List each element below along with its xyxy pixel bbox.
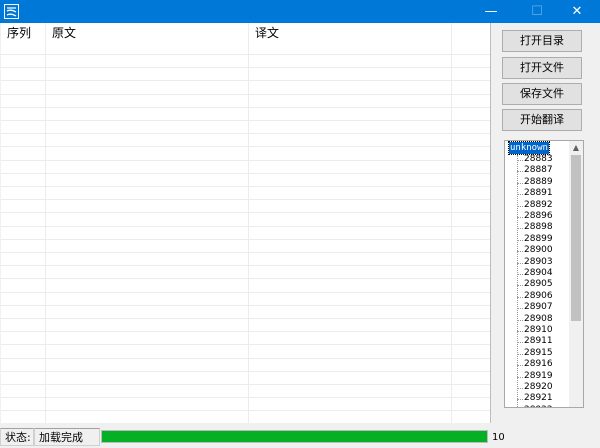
tree-item[interactable]: 28889 (517, 177, 553, 188)
row-divider (1, 252, 490, 253)
row-divider (1, 133, 490, 134)
row-divider (1, 239, 490, 240)
column-header-translation[interactable]: 译文 (249, 23, 452, 51)
tree-item[interactable]: 28908 (517, 314, 553, 325)
start-translate-button[interactable]: 开始翻译 (502, 109, 582, 131)
row-divider (1, 54, 490, 55)
row-divider (1, 344, 490, 345)
row-divider (1, 67, 490, 68)
column-divider (45, 23, 46, 423)
table-header: 序列 原文 译文 (1, 23, 490, 51)
tree-root-node[interactable]: unknown (508, 141, 550, 155)
status-label: 状态: (0, 428, 34, 446)
row-divider (1, 292, 490, 293)
tree-item[interactable]: 28900 (517, 245, 553, 256)
row-divider (1, 371, 490, 372)
row-divider (1, 305, 490, 306)
row-divider (1, 146, 490, 147)
column-divider (451, 23, 452, 423)
tree-item[interactable]: 28911 (517, 336, 553, 347)
tree-item[interactable]: 28898 (517, 222, 553, 233)
tree-item[interactable]: 28907 (517, 302, 553, 313)
tree-item[interactable]: 28903 (517, 257, 553, 268)
tree-item[interactable]: 28920 (517, 382, 553, 393)
tree-item[interactable]: 28887 (517, 165, 553, 176)
row-divider (1, 397, 490, 398)
row-divider (1, 384, 490, 385)
progress-fill (102, 431, 487, 442)
row-divider (1, 410, 490, 411)
tree-item[interactable]: 28922 (517, 405, 553, 407)
close-button[interactable]: ✕ (554, 0, 600, 23)
row-divider (1, 199, 490, 200)
open-directory-button[interactable]: 打开目录 (502, 30, 582, 52)
minimize-button[interactable]: — (468, 0, 514, 23)
translation-table[interactable]: 序列 原文 译文 (1, 23, 491, 423)
row-divider (1, 94, 490, 95)
open-file-button[interactable]: 打开文件 (502, 57, 582, 79)
row-divider (1, 265, 490, 266)
tree-item[interactable]: 28906 (517, 291, 553, 302)
tree-scrollbar[interactable]: ▲ (569, 141, 583, 407)
tree-item[interactable]: 28915 (517, 348, 553, 359)
row-divider (1, 318, 490, 319)
tree-item[interactable]: 28883 (517, 154, 553, 165)
row-divider (1, 186, 490, 187)
tree-item[interactable]: 28921 (517, 393, 553, 404)
title-bar: — ☐ ✕ (0, 0, 600, 23)
progress-bar (101, 430, 488, 443)
column-divider (248, 23, 249, 423)
scroll-up-icon[interactable]: ▲ (569, 141, 583, 155)
row-divider (1, 120, 490, 121)
tree-item[interactable]: 28910 (517, 325, 553, 336)
app-translate-icon (4, 4, 19, 19)
tree-item[interactable]: 28905 (517, 279, 553, 290)
row-divider (1, 212, 490, 213)
row-divider (1, 80, 490, 81)
tree-item[interactable]: 28896 (517, 211, 553, 222)
tree-item[interactable]: 28919 (517, 371, 553, 382)
tree-item[interactable]: 28916 (517, 359, 553, 370)
column-header-source[interactable]: 原文 (46, 23, 249, 51)
row-divider (1, 107, 490, 108)
tree-item[interactable]: 28892 (517, 200, 553, 211)
tree-item[interactable]: 28899 (517, 234, 553, 245)
tree-item[interactable]: 28904 (517, 268, 553, 279)
row-divider (1, 278, 490, 279)
file-tree[interactable]: unknown 28883 28887 28889 28891 28892 28896 28… (504, 140, 584, 408)
column-header-index[interactable]: 序列 (1, 23, 46, 51)
status-text: 加载完成 (34, 428, 100, 446)
row-divider (1, 331, 490, 332)
tree-item[interactable]: 28891 (517, 188, 553, 199)
progress-value: 10 (492, 432, 505, 443)
row-divider (1, 358, 490, 359)
row-divider (1, 226, 490, 227)
scroll-thumb[interactable] (571, 155, 581, 321)
row-divider (1, 160, 490, 161)
save-file-button[interactable]: 保存文件 (502, 83, 582, 105)
row-divider (1, 173, 490, 174)
